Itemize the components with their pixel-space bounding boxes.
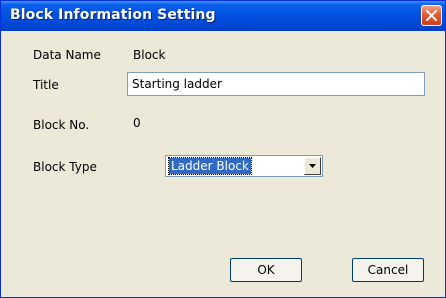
cancel-button[interactable]: Cancel [352,258,424,282]
block-type-select[interactable]: Ladder Block [165,155,323,177]
ok-button[interactable]: OK [230,258,302,282]
window-title: Block Information Setting [10,7,216,23]
title-label: Title [33,78,59,92]
title-bar[interactable]: Block Information Setting [1,1,445,31]
close-button[interactable] [421,5,442,26]
title-input[interactable]: Starting ladder [127,72,425,96]
data-name-label: Data Name [33,48,101,62]
block-no-value: 0 [133,116,141,130]
block-type-selected-value: Ladder Block [168,157,252,175]
block-type-dropdown-button[interactable] [304,157,321,175]
data-name-value: Block [133,48,166,62]
block-type-label: Block Type [33,160,97,174]
dialog-window: Block Information Setting [0,0,446,298]
block-no-label: Block No. [33,118,90,132]
